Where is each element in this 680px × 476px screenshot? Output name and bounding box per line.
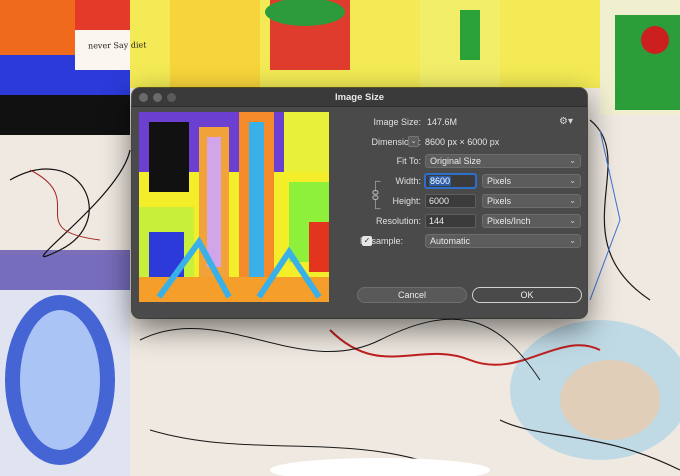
resample-row: Resample: Automatic ⌄: [342, 234, 581, 248]
width-unit-value: Pixels: [487, 176, 512, 186]
dimensions-row: Dimensions: ⌄ 8600 px × 6000 px: [342, 135, 581, 149]
resample-select[interactable]: Automatic ⌄: [425, 234, 581, 248]
chevron-down-icon: ⌄: [569, 216, 576, 225]
width-input[interactable]: 8600: [425, 174, 476, 188]
image-size-row: Image Size: 147.6M ⚙▾: [342, 115, 581, 129]
height-input[interactable]: 6000: [425, 194, 476, 208]
ok-button[interactable]: OK: [472, 287, 582, 303]
dialog-title: Image Size: [334, 92, 385, 103]
link-icon[interactable]: [372, 177, 384, 213]
artwork-caption: never Say diet: [87, 40, 147, 51]
window-controls: [139, 93, 176, 102]
close-window-button[interactable]: [139, 93, 148, 102]
resolution-unit-select[interactable]: Pixels/Inch ⌄: [482, 214, 581, 228]
height-unit-value: Pixels: [487, 196, 512, 206]
fit-to-label: Fit To:: [396, 156, 421, 166]
image-preview[interactable]: [139, 112, 329, 302]
gear-icon[interactable]: ⚙▾: [559, 115, 575, 129]
resample-value: Automatic: [430, 236, 471, 246]
resolution-value: 144: [429, 216, 445, 226]
resolution-input[interactable]: 144: [425, 214, 476, 228]
cancel-button[interactable]: Cancel: [357, 287, 467, 303]
dimensions-value: 8600 px × 6000 px: [425, 137, 500, 147]
width-label: Width:: [395, 176, 421, 186]
image-size-value: 147.6M: [427, 117, 458, 127]
fit-to-select[interactable]: Original Size ⌄: [425, 154, 581, 168]
height-label: Height:: [392, 196, 421, 206]
chevron-down-icon: ⌄: [569, 196, 576, 205]
width-unit-select[interactable]: Pixels ⌄: [482, 174, 581, 188]
chevron-down-icon[interactable]: ⌄: [408, 136, 419, 147]
resolution-unit-value: Pixels/Inch: [487, 216, 531, 226]
height-unit-select[interactable]: Pixels ⌄: [482, 194, 581, 208]
chevron-down-icon: ⌄: [569, 176, 576, 185]
width-value: 8600: [429, 176, 452, 186]
zoom-window-button[interactable]: [167, 93, 176, 102]
image-size-label: Image Size:: [373, 117, 421, 127]
minimize-window-button[interactable]: [153, 93, 162, 102]
chevron-down-icon: ⌄: [569, 156, 576, 165]
resolution-label: Resolution:: [375, 216, 421, 226]
height-value: 6000: [429, 196, 450, 206]
resolution-row: Resolution: 144 Pixels/Inch ⌄: [342, 214, 581, 228]
image-size-dialog: Image Size Image Size: 147.6M ⚙▾ Dimensi…: [132, 88, 587, 318]
resample-checkbox[interactable]: ✓: [362, 236, 372, 246]
fit-to-row: Fit To: Original Size ⌄: [342, 154, 581, 168]
checkmark-icon: ✓: [363, 236, 371, 245]
fit-to-value: Original Size: [430, 156, 482, 166]
chevron-down-icon: ⌄: [569, 236, 576, 245]
dialog-titlebar: Image Size: [132, 88, 587, 107]
